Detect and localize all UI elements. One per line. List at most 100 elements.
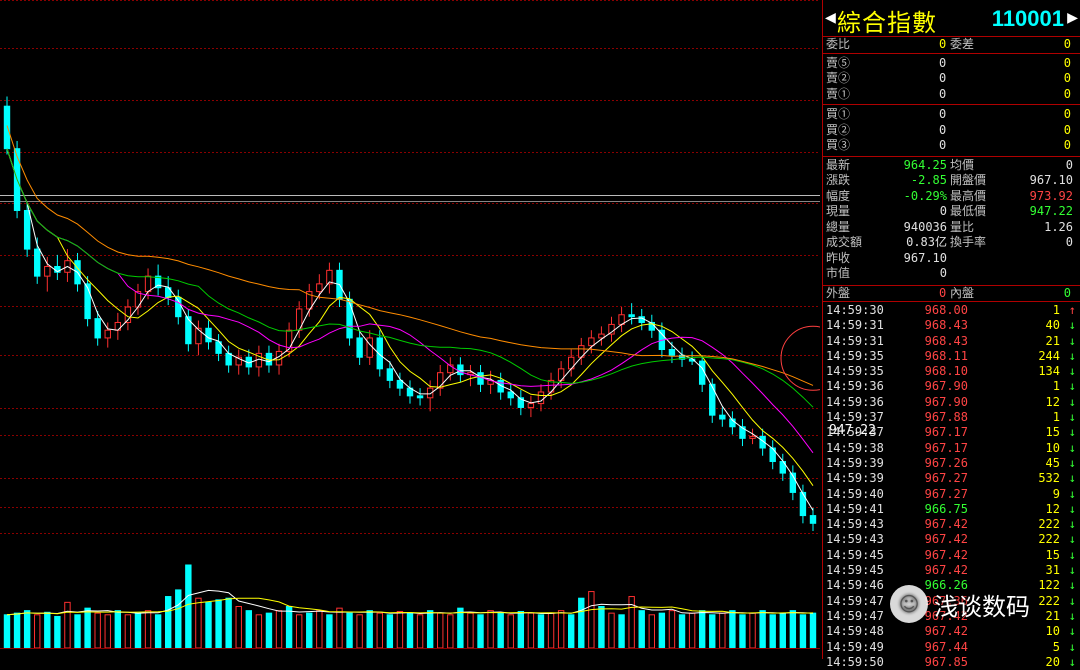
tick-volume: 12	[1045, 501, 1060, 516]
volume-bar	[74, 614, 81, 649]
quote-stat-row: 成交額 0.83亿 換手率 0	[823, 235, 1080, 251]
sell-price: 0	[939, 86, 947, 101]
tick-direction-icon: ↓	[1068, 379, 1076, 394]
volume-bar	[225, 597, 232, 649]
volume-bar	[688, 612, 696, 649]
tick-time: 14:59:43	[826, 517, 884, 532]
tick-direction-icon: ↓	[1068, 532, 1076, 547]
buy-level-label: 買②	[826, 122, 851, 137]
volume-bar	[195, 597, 202, 649]
stat-label: 漲跌	[826, 173, 851, 187]
volume-bar	[346, 612, 353, 649]
tick-price: 968.43	[924, 318, 968, 333]
index-code: 110001	[991, 6, 1064, 31]
volume-bar	[588, 591, 595, 649]
tick-row: 14:59:30 968.00 1 ↑	[823, 303, 1080, 318]
quote-stat-row: 幅度 -0.29% 最高價 973.92	[823, 189, 1080, 205]
quote-stat-row: 總量 940036 量比 1.26	[823, 220, 1080, 236]
volume-bar	[467, 612, 474, 649]
tick-direction-icon: ↓	[1068, 501, 1076, 516]
tick-volume: 1	[1052, 379, 1060, 394]
tick-volume: 21	[1045, 333, 1060, 348]
volume-bar	[396, 610, 404, 649]
tick-direction-icon: ↓	[1068, 593, 1076, 608]
tick-time: 14:59:38	[826, 440, 884, 455]
volume-bar	[698, 610, 706, 649]
candle-body	[316, 283, 323, 293]
watermark-text: 浅谈数码	[934, 592, 1030, 621]
tick-direction-icon: ↓	[1068, 410, 1076, 425]
stat-value: 967.10	[903, 250, 947, 265]
candle-body	[386, 368, 394, 381]
candlestick-chart[interactable]	[0, 0, 820, 659]
tick-price: 967.42	[924, 517, 968, 532]
tick-price: 967.85	[924, 654, 968, 669]
tick-price: 967.42	[924, 563, 968, 578]
volume-bar	[245, 610, 253, 649]
weicha-label: 委差	[950, 37, 975, 51]
volume-bar	[265, 612, 273, 649]
tick-time: 14:59:41	[826, 501, 884, 516]
buy-price: 0	[939, 122, 947, 137]
candle-body	[94, 318, 101, 339]
tick-price: 967.42	[924, 547, 968, 562]
buy-volume: 0	[1063, 138, 1071, 152]
tick-time: 14:59:46	[826, 578, 884, 593]
buy-order-row: 買③ 0 0	[823, 138, 1080, 154]
prev-arrow-icon[interactable]: ◀	[825, 7, 836, 28]
candle-body	[527, 403, 535, 408]
tick-time: 14:59:31	[826, 318, 884, 333]
quote-stat-row: 現量 0 最低價 947.22	[823, 204, 1080, 220]
stat-value: 973.92	[1029, 188, 1073, 203]
stat-label: 市值	[826, 266, 851, 280]
buy-volume: 0	[1063, 107, 1071, 121]
tick-direction-icon: ↓	[1068, 425, 1076, 440]
tick-price: 967.90	[924, 379, 968, 394]
tick-direction-icon: ↓	[1068, 486, 1076, 501]
volume-bar	[658, 612, 666, 649]
stat-value: 0	[1065, 157, 1073, 172]
tick-time: 14:59:39	[826, 455, 884, 470]
sell-price: 0	[939, 71, 947, 85]
volume-bar	[326, 614, 333, 649]
sell-volume: 0	[1063, 55, 1071, 70]
volume-bar	[759, 610, 766, 649]
stat-label: 最高價	[950, 188, 987, 203]
candle-body	[144, 275, 152, 293]
weibi-label: 委比	[826, 37, 851, 51]
volume-bar	[406, 612, 414, 649]
tick-row: 14:59:35 968.10 134 ↓	[823, 364, 1080, 379]
volume-bar	[568, 614, 575, 649]
wai-label: 外盤	[826, 285, 851, 300]
buy-orders: 買① 0 0 買② 0 0 買③ 0 0	[823, 105, 1080, 157]
volume-bar	[779, 612, 786, 649]
buy-price: 0	[939, 107, 947, 121]
candle-body	[507, 391, 514, 399]
tick-time: 14:59:35	[826, 348, 884, 363]
tick-price: 967.17	[924, 440, 968, 455]
tick-time: 14:59:40	[826, 486, 884, 501]
outer-inner-row: 外盤 0 內盤 0	[823, 286, 1080, 302]
volume-bar	[638, 610, 645, 649]
volume-bar	[23, 610, 31, 649]
tick-direction-icon: ↓	[1068, 364, 1076, 379]
outer-inner-section: 外盤 0 內盤 0	[823, 286, 1080, 302]
next-arrow-icon[interactable]: ▶	[1067, 7, 1078, 28]
stat-value: -0.29%	[903, 188, 947, 203]
volume-ma-yellow	[6, 597, 814, 616]
tick-price: 968.10	[924, 364, 968, 379]
sell-price: 0	[939, 55, 947, 70]
weicha-value: 0	[1063, 37, 1071, 51]
tick-row: 14:59:49 967.44 5 ↓	[823, 640, 1080, 655]
tick-row: 14:59:36 967.90 12 ↓	[823, 395, 1080, 410]
tick-time: 14:59:31	[826, 333, 884, 348]
volume-bar	[336, 607, 343, 649]
tick-price: 967.44	[924, 639, 968, 654]
sell-order-row: 賣① 0 0	[823, 87, 1080, 103]
volume-bar	[487, 610, 494, 649]
tick-row: 14:59:40 967.27 9 ↓	[823, 487, 1080, 502]
quote-panel: ◀ 綜合指數 110001 ▶ 委比 0 委差 0 賣⑤ 0 0 賣② 0 0 賣① 0 0 買…	[822, 0, 1080, 669]
tick-time: 14:59:35	[826, 364, 884, 379]
candle-body	[396, 379, 404, 389]
candle-body	[84, 283, 91, 320]
